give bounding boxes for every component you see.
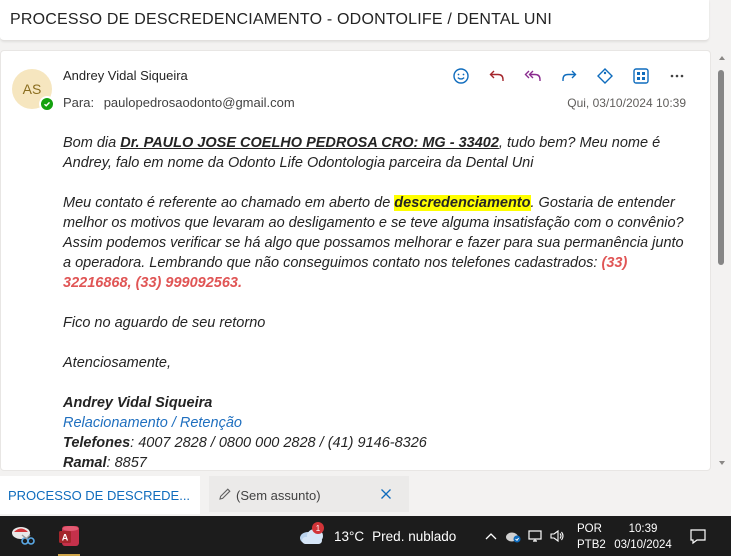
reason-text: Meu contato é referente ao chamado em ab… bbox=[63, 195, 395, 211]
taskbar-app-snipping-icon[interactable] bbox=[9, 522, 37, 550]
email-subject: PROCESSO DE DESCREDENCIAMENTO - ODONTOLI… bbox=[10, 11, 553, 28]
more-icon[interactable] bbox=[666, 65, 688, 87]
scroll-thumb[interactable] bbox=[718, 70, 724, 265]
to-label: Para: bbox=[63, 95, 95, 110]
close-icon[interactable] bbox=[379, 487, 393, 501]
signature-phones: Telefones: 4007 2828 / 0800 000 2828 / (… bbox=[63, 433, 693, 453]
body-paragraph-closing: Fico no aguardo de seu retorno bbox=[63, 315, 266, 331]
body-paragraph-reason: Meu contato é referente ao chamado em ab… bbox=[63, 193, 693, 293]
reply-all-icon[interactable] bbox=[522, 65, 544, 87]
clock-date: 03/10/2024 bbox=[614, 539, 672, 551]
keyboard-layout: PTB2 bbox=[577, 539, 606, 551]
signature-ramal: Ramal: 8857 bbox=[63, 453, 693, 471]
network-icon[interactable] bbox=[524, 526, 546, 546]
pencil-icon bbox=[218, 487, 232, 506]
presence-available-icon bbox=[39, 96, 55, 112]
scroll-up-arrow-icon[interactable] bbox=[719, 56, 725, 60]
chevron-up-icon[interactable] bbox=[480, 526, 502, 546]
signature-phones-label: Telefones bbox=[63, 435, 131, 451]
weather-widget[interactable]: 1 13°C Pred. nublado bbox=[298, 522, 457, 548]
message-date: Qui, 03/10/2024 10:39 bbox=[567, 96, 686, 110]
vertical-scrollbar[interactable] bbox=[713, 50, 731, 469]
windows-taskbar: A 1 13°C Pred. nublado POR PTB2 10:39 03… bbox=[0, 516, 731, 556]
volume-icon[interactable] bbox=[546, 526, 568, 546]
tab-sem-assunto-label: (Sem assunto) bbox=[236, 488, 321, 503]
language-code: POR bbox=[577, 523, 602, 535]
onedrive-sync-icon[interactable] bbox=[502, 526, 524, 546]
message-card: AS Andrey Vidal Siqueira Para: paulopedr… bbox=[0, 50, 711, 471]
clock-time: 10:39 bbox=[628, 523, 658, 535]
notifications-icon[interactable] bbox=[689, 527, 707, 545]
recipient-doctor-name: Dr. PAULO JOSE COELHO PEDROSA CRO: MG - … bbox=[120, 135, 499, 151]
system-clock[interactable]: 10:39 03/10/2024 bbox=[614, 521, 672, 553]
signature-phones-value: : 4007 2828 / 0800 000 2828 / (41) 9146-… bbox=[130, 435, 427, 451]
signature-name: Andrey Vidal Siqueira bbox=[63, 395, 213, 411]
weather-description: Pred. nublado bbox=[372, 528, 457, 544]
apps-icon[interactable] bbox=[630, 65, 652, 87]
taskbar-app-access-icon[interactable]: A bbox=[55, 522, 83, 550]
signature-department: Relacionamento / Retenção bbox=[63, 415, 242, 431]
sender-name[interactable]: Andrey Vidal Siqueira bbox=[63, 68, 188, 83]
signature-ramal-label: Ramal bbox=[63, 455, 107, 471]
highlighted-keyword: descredenciamento bbox=[394, 195, 531, 211]
greeting-text: Bom dia bbox=[63, 135, 121, 151]
smiley-icon[interactable] bbox=[450, 65, 472, 87]
scroll-down-arrow-icon[interactable] bbox=[719, 461, 725, 465]
system-tray bbox=[480, 526, 568, 546]
compose-tabs-bar: PROCESSO DE DESCREDE... (Sem assunto) bbox=[0, 474, 731, 514]
body-paragraph-regards: Atenciosamente, bbox=[63, 355, 172, 371]
subject-header: PROCESSO DE DESCREDENCIAMENTO - ODONTOLI… bbox=[0, 0, 709, 41]
weather-alert-badge: 1 bbox=[312, 522, 324, 534]
forward-icon[interactable] bbox=[558, 65, 580, 87]
tab-sem-assunto[interactable]: (Sem assunto) bbox=[209, 476, 409, 512]
cloud-icon: 1 bbox=[298, 522, 326, 548]
tab-processo-label: PROCESSO DE DESCREDE... bbox=[8, 488, 191, 503]
weather-temperature: 13°C bbox=[334, 528, 365, 544]
signature: Andrey Vidal Siqueira Relacionamento / R… bbox=[63, 393, 693, 471]
recipient-line: Para: paulopedrosaodonto@gmail.com bbox=[63, 95, 295, 110]
message-body: Bom dia Dr. PAULO JOSE COELHO PEDROSA CR… bbox=[63, 133, 693, 471]
body-paragraph-greeting: Bom dia Dr. PAULO JOSE COELHO PEDROSA CR… bbox=[63, 133, 693, 173]
recipient-address[interactable]: paulopedrosaodonto@gmail.com bbox=[104, 95, 295, 110]
message-actions-toolbar bbox=[450, 65, 702, 87]
reply-icon[interactable] bbox=[486, 65, 508, 87]
svg-text:A: A bbox=[62, 533, 69, 543]
tag-icon[interactable] bbox=[594, 65, 616, 87]
tab-processo[interactable]: PROCESSO DE DESCREDE... bbox=[0, 476, 200, 514]
input-language-indicator[interactable]: POR PTB2 bbox=[577, 521, 606, 553]
signature-ramal-value: : 8857 bbox=[106, 455, 147, 471]
